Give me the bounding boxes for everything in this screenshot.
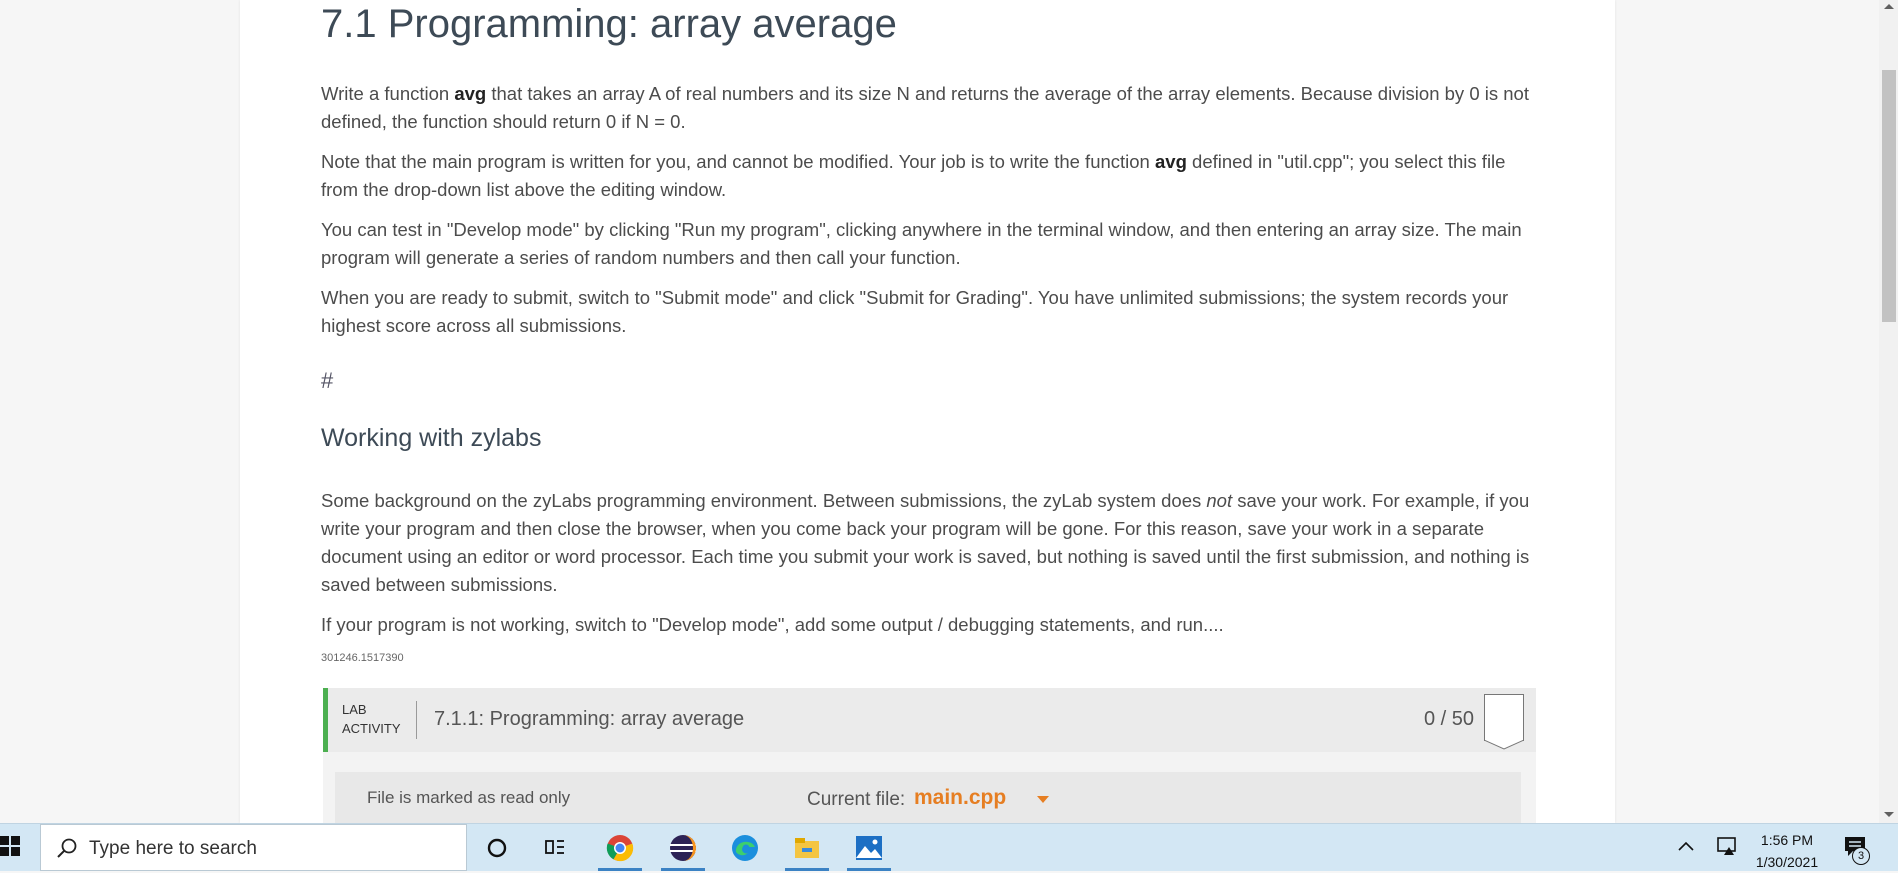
lab-tag-line: ACTIVITY bbox=[342, 721, 401, 736]
text-span: that takes an array A of real numbers an… bbox=[321, 83, 1529, 132]
paragraph-develop-mode: You can test in "Develop mode" by clicki… bbox=[321, 219, 1522, 268]
search-icon bbox=[57, 838, 77, 858]
current-file-dropdown[interactable]: main.cpp bbox=[914, 786, 1006, 810]
chrome-icon[interactable] bbox=[594, 824, 646, 871]
readonly-notice: File is marked as read only bbox=[367, 788, 571, 807]
text-span: Write a function bbox=[321, 83, 455, 104]
file-explorer-icon[interactable] bbox=[781, 824, 833, 871]
system-clock[interactable]: 1:56 PM 1/30/2021 bbox=[1752, 829, 1822, 873]
anchor-hash[interactable]: # bbox=[321, 368, 333, 394]
photos-icon[interactable] bbox=[843, 824, 895, 871]
taskbar-search[interactable]: Type here to search bbox=[40, 824, 467, 871]
scroll-down-icon[interactable] bbox=[1884, 812, 1894, 817]
eclipse-icon[interactable] bbox=[657, 824, 709, 871]
chevron-down-icon[interactable] bbox=[1037, 796, 1049, 803]
edge-icon[interactable] bbox=[719, 824, 771, 871]
section-heading: Working with zylabs bbox=[321, 424, 542, 452]
windows-start-icon[interactable] bbox=[0, 836, 20, 856]
content-panel: 7.1 Programming: array average Write a f… bbox=[240, 0, 1615, 823]
lab-title: 7.1.1: Programming: array average bbox=[434, 708, 745, 730]
lab-activity: LAB ACTIVITY 7.1.1: Programming: array a… bbox=[323, 688, 1536, 823]
lab-score: 0 / 50 bbox=[1423, 708, 1474, 730]
network-icon[interactable] bbox=[1716, 835, 1740, 857]
completion-badge-icon bbox=[1484, 694, 1524, 750]
current-file-label: Current file: bbox=[807, 789, 906, 810]
search-placeholder: Type here to search bbox=[89, 838, 257, 859]
clock-time: 1:56 PM bbox=[1760, 832, 1814, 848]
page-scrollbar[interactable] bbox=[1879, 0, 1898, 823]
content-id: 301246.1517390 bbox=[321, 652, 404, 664]
taskbar: Type here to search 1:56 PM 1/30/2021 3 bbox=[0, 823, 1898, 871]
lab-header: LAB ACTIVITY 7.1.1: Programming: array a… bbox=[323, 688, 1536, 752]
notification-count-badge: 3 bbox=[1852, 847, 1870, 865]
page-title: 7.1 Programming: array average bbox=[321, 2, 897, 46]
code-term: avg bbox=[1155, 151, 1187, 172]
scroll-thumb[interactable] bbox=[1882, 70, 1896, 322]
text-span: Some background on the zyLabs programmin… bbox=[321, 490, 1207, 511]
chevron-up-icon[interactable] bbox=[1677, 838, 1695, 854]
editor-toolbar: File is marked as read only Current file… bbox=[335, 772, 1521, 823]
task-view-icon[interactable] bbox=[530, 824, 582, 871]
code-term: avg bbox=[454, 83, 487, 104]
lab-activity-tag: LAB ACTIVITY bbox=[342, 700, 401, 738]
text-span: Note that the main program is written fo… bbox=[321, 151, 1155, 172]
paragraph-debugging: If your program is not working, switch t… bbox=[321, 614, 1224, 635]
scroll-up-icon[interactable] bbox=[1884, 4, 1894, 9]
paragraph-submit-mode: When you are ready to submit, switch to … bbox=[321, 287, 1509, 336]
cortana-icon[interactable] bbox=[472, 824, 524, 871]
paragraph-main-program: Note that the main program is written fo… bbox=[321, 148, 1536, 204]
paragraph-background: Some background on the zyLabs programmin… bbox=[321, 487, 1536, 599]
emphasis-text: not bbox=[1206, 490, 1233, 511]
lab-divider bbox=[416, 701, 417, 739]
lab-tag-line: LAB bbox=[342, 702, 367, 717]
paragraph-intro: Write a function avg that takes an array… bbox=[321, 80, 1536, 136]
